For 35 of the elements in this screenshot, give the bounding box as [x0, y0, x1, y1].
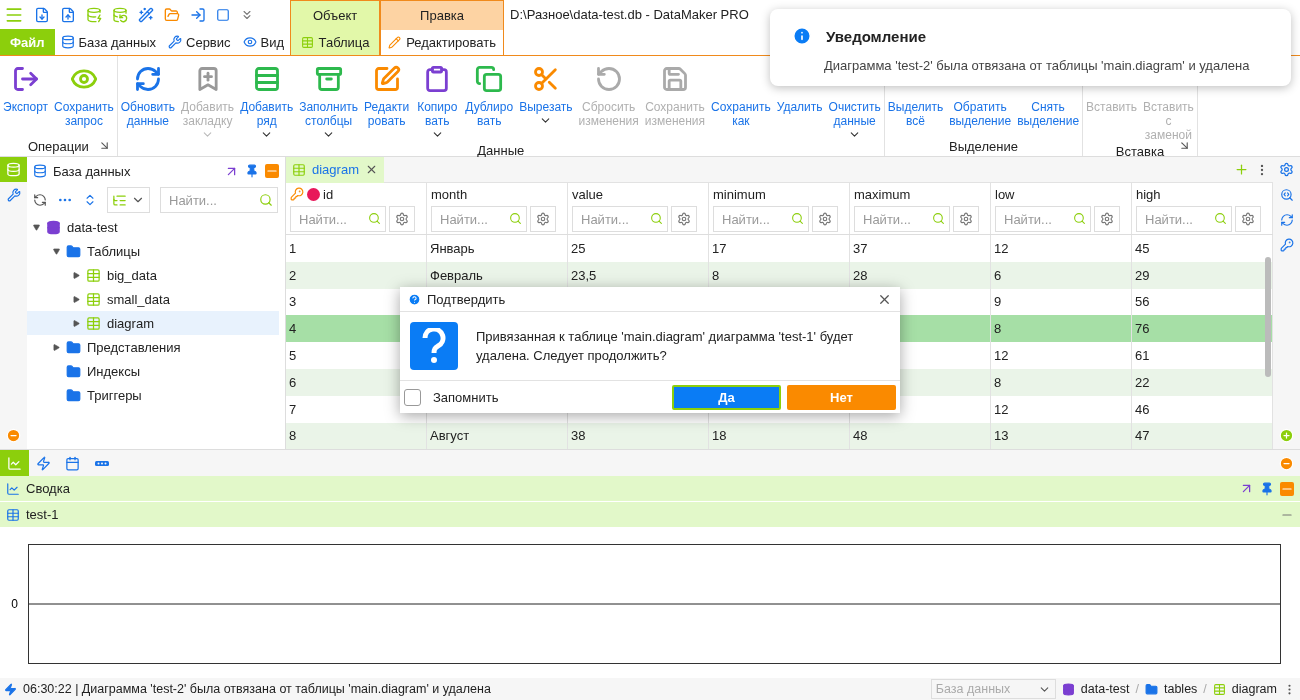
table-cell: 6 [991, 261, 1132, 289]
breadcrumb-separator: / [1135, 682, 1139, 697]
window-title: D:\Разное\data-test.db - DataMaker PRO [509, 6, 750, 24]
table-cell: 12 [991, 235, 1132, 262]
group-title: Вставка [1115, 144, 1165, 159]
table-cell: 25 [568, 235, 709, 262]
column-name: month [431, 186, 468, 202]
group-title: Операции [27, 138, 89, 154]
status-message: 06:30:22 | Диаграмма 'test-2' была отвязана от таблицы 'main.diagram' и удалена [23, 682, 492, 697]
column-name: id [323, 186, 334, 202]
breadcrumb-separator: / [1203, 682, 1207, 697]
context-group-title: Объект [311, 6, 359, 25]
column-name: maximum [854, 186, 911, 202]
table-cell: 1 [286, 235, 427, 262]
notification-title: Уведомление [826, 27, 926, 45]
chart-title: test-1 [26, 507, 60, 523]
table-cell: 37 [850, 235, 991, 262]
axis-label: 0 [11, 597, 18, 612]
context-group-title: Правка [419, 6, 466, 25]
dialog-title: Подтвердить [427, 291, 507, 307]
table-cell: 12 [991, 342, 1132, 369]
dialog-message: Привязанная к таблице 'main.diagram' диаграмма 'test-1' будет удалена. Следует продолжить? [476, 328, 855, 365]
column-name: value [572, 186, 604, 202]
group-title: Выделение [949, 138, 1018, 154]
table-cell: Январь [427, 235, 568, 262]
group-title: Данные [477, 143, 525, 158]
panel-title: База данных [53, 163, 132, 179]
table-cell: 17 [709, 235, 850, 262]
column-name: high [1136, 186, 1161, 202]
notification-text: Диаграмма 'test-2' была отвязана от таблицы 'main.diagram' и удалена [823, 58, 1251, 73]
column-name: low [995, 186, 1015, 202]
column-name: minimum [713, 186, 766, 202]
table-cell: 12 [991, 395, 1132, 423]
panel-title: Сводка [26, 481, 71, 497]
table-cell: 8 [991, 369, 1132, 396]
